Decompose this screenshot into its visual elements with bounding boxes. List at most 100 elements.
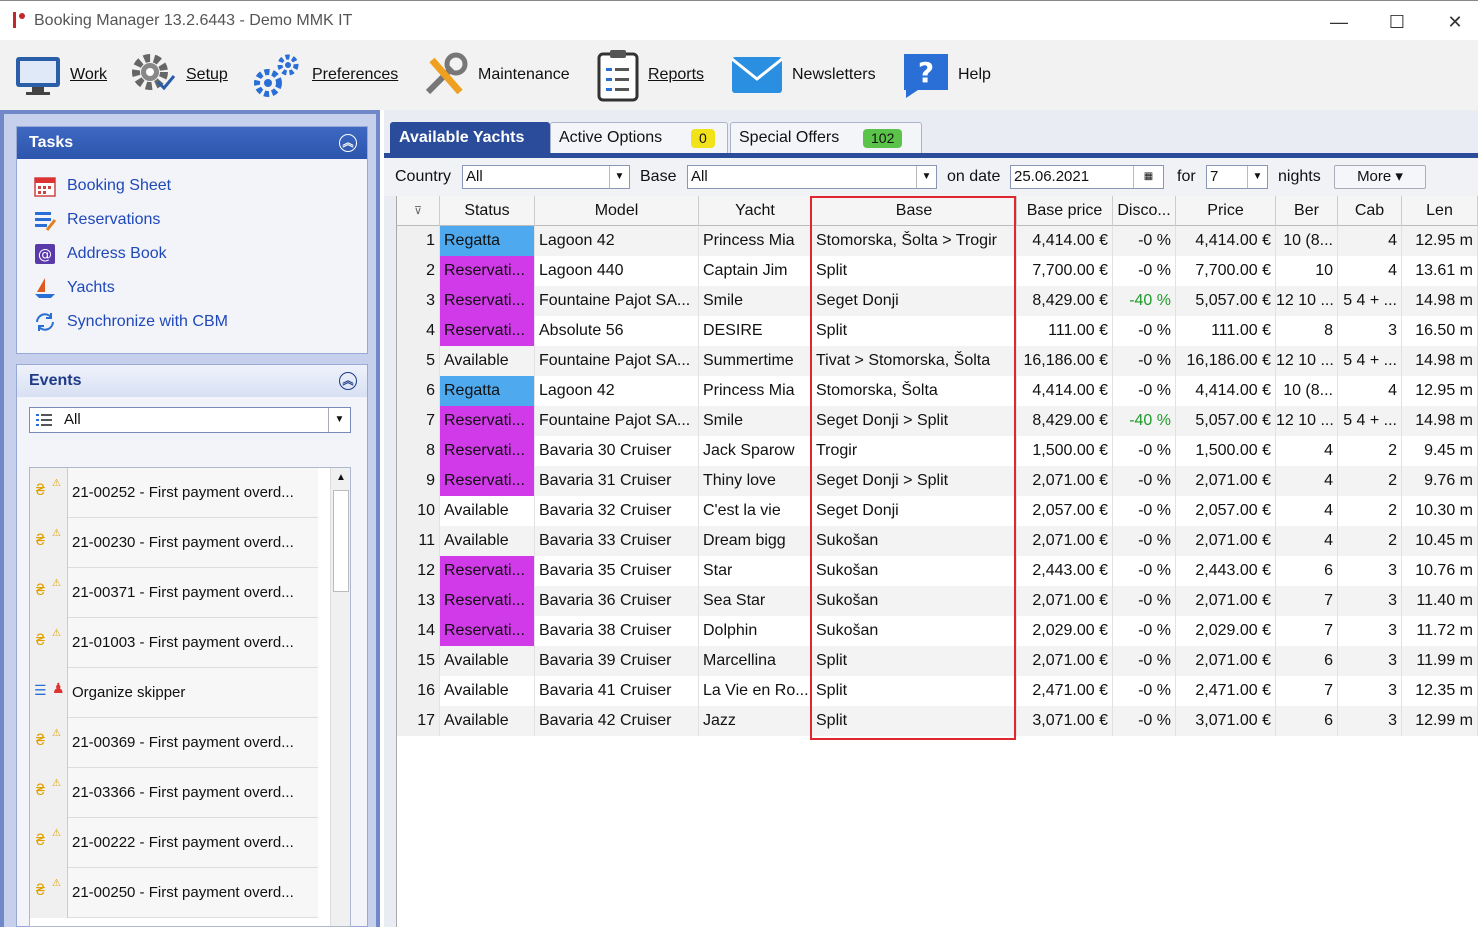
maintenance-button[interactable]: Maintenance <box>420 40 570 110</box>
event-label: 21-00371 - First payment overd... <box>72 584 294 601</box>
cell-base-price: 2,057.00 € <box>1017 496 1113 526</box>
event-item[interactable]: ₴ ⚠ 21-00371 - First payment overd... <box>30 567 318 618</box>
task-address-book[interactable]: @ Address Book <box>33 241 167 267</box>
cell-yacht: Dream bigg <box>699 526 812 556</box>
newsletters-button[interactable]: Newsletters <box>730 40 876 110</box>
event-item[interactable]: ₴ ⚠ 21-01003 - First payment overd... <box>30 617 318 668</box>
nights-select[interactable]: 7 ▼ <box>1206 165 1268 189</box>
gear-icon <box>132 54 176 91</box>
column-header[interactable]: Price <box>1176 196 1276 226</box>
cell-model: Fountaine Pajot SA... <box>535 286 699 316</box>
event-item[interactable]: ₴ ⚠ 21-00230 - First payment overd... <box>30 517 318 568</box>
events-panel: Events ︽ All ▼ ₴ ⚠ 21-00252 - First payme… <box>16 364 368 927</box>
cell-yacht: Princess Mia <box>699 226 812 256</box>
column-header[interactable]: Len <box>1402 196 1478 226</box>
column-header[interactable]: Base price <box>1017 196 1113 226</box>
cell-yacht: C'est la vie <box>699 496 812 526</box>
cell-n: 16 <box>397 676 440 706</box>
cell-price: 1,500.00 € <box>1176 436 1276 466</box>
task-reservations[interactable]: Reservations <box>33 207 160 233</box>
country-label: Country <box>395 168 452 185</box>
event-item[interactable]: ₴ ⚠ 21-03366 - First payment overd... <box>30 767 318 818</box>
base-select[interactable]: All ▼ <box>687 165 937 189</box>
cell-status: Reservati... <box>440 586 535 616</box>
list-icon <box>36 414 52 426</box>
cell-yacht: Princess Mia <box>699 376 812 406</box>
cell-n: 9 <box>397 466 440 496</box>
events-filter-select[interactable]: All ▼ <box>29 407 351 433</box>
payment-warning-icon: ₴ ⚠ <box>30 567 68 618</box>
scroll-thumb[interactable] <box>333 490 349 592</box>
cell-yacht: Marcellina <box>699 646 812 676</box>
cell-n: 13 <box>397 586 440 616</box>
reports-button[interactable]: Reports <box>596 40 704 110</box>
cell-cab: 5 4 + ... <box>1338 346 1402 376</box>
cell-n: 3 <box>397 286 440 316</box>
task-yachts[interactable]: Yachts <box>33 275 115 301</box>
column-header[interactable]: Model <box>535 196 699 226</box>
event-item[interactable]: ☰ ♟ Organize skipper <box>30 667 318 718</box>
preferences-button[interactable]: Preferences <box>252 40 398 110</box>
cell-ber: 6 <box>1276 706 1338 736</box>
app-logo-icon <box>13 12 25 28</box>
cell-model: Bavaria 41 Cruiser <box>535 676 699 706</box>
date-label: on date <box>947 168 1001 185</box>
payment-warning-icon: ₴ ⚠ <box>30 717 68 768</box>
column-header[interactable]: Cab <box>1338 196 1402 226</box>
tab-available-yachts[interactable]: Available Yachts <box>390 122 550 154</box>
more-button[interactable]: More ▾ <box>1334 165 1426 189</box>
column-header[interactable]: Ber <box>1276 196 1338 226</box>
setup-button[interactable]: Setup <box>128 40 228 110</box>
column-header[interactable]: Disco... <box>1113 196 1176 226</box>
cell-price: 16,186.00 € <box>1176 346 1276 376</box>
reports-label: Reports <box>648 66 705 83</box>
cell-len: 12.35 m <box>1402 676 1478 706</box>
event-item[interactable]: ₴ ⚠ 21-00369 - First payment overd... <box>30 717 318 768</box>
maximize-button[interactable]: ☐ <box>1374 7 1420 37</box>
event-item[interactable]: ₴ ⚠ 21-00222 - First payment overd... <box>30 817 318 868</box>
cell-len: 11.40 m <box>1402 586 1478 616</box>
help-button[interactable]: ? Help <box>902 40 991 110</box>
payment-warning-icon: ₴ ⚠ <box>30 468 68 518</box>
column-header[interactable]: Yacht <box>699 196 812 226</box>
chevron-down-icon[interactable]: ▼ <box>916 166 936 188</box>
work-button[interactable]: Work <box>14 40 107 110</box>
collapse-tasks-icon[interactable]: ︽ <box>339 134 357 152</box>
chevron-down-icon[interactable]: ▼ <box>328 408 350 432</box>
scroll-up-icon[interactable]: ▲ <box>331 468 350 488</box>
column-filter-icon[interactable]: ⊽ <box>397 196 440 226</box>
task-booking-sheet[interactable]: Booking Sheet <box>33 173 171 199</box>
date-input[interactable]: 25.06.2021 ▦ <box>1010 165 1164 189</box>
collapse-events-icon[interactable]: ︽ <box>339 372 357 390</box>
cell-yacht: Jazz <box>699 706 812 736</box>
filter-bar: Country All ▼ Base All ▼ on date 25.06.2… <box>384 158 1478 196</box>
country-select[interactable]: All ▼ <box>462 165 630 189</box>
tab-special-offers[interactable]: Special Offers 102 <box>730 122 922 154</box>
event-item[interactable]: ₴ ⚠ 21-00250 - First payment overd... <box>30 867 318 918</box>
cell-ber: 4 <box>1276 436 1338 466</box>
close-button[interactable]: ✕ <box>1432 7 1478 37</box>
cell-model: Bavaria 42 Cruiser <box>535 706 699 736</box>
tab-active-options[interactable]: Active Options 0 <box>550 122 728 154</box>
task-synchronize[interactable]: Synchronize with CBM <box>33 309 228 335</box>
events-scrollbar[interactable]: ▲ <box>330 468 350 926</box>
event-item[interactable]: ₴ ⚠ 21-00252 - First payment overd... <box>30 468 318 518</box>
cell-disc: -0 % <box>1113 436 1176 466</box>
cell-status: Reservati... <box>440 286 535 316</box>
cell-yacht: DESIRE <box>699 316 812 346</box>
cell-ber: 12 10 ... <box>1276 406 1338 436</box>
cell-base-price: 111.00 € <box>1017 316 1113 346</box>
column-header[interactable]: Status <box>440 196 535 226</box>
chevron-down-icon[interactable]: ▼ <box>1247 166 1267 188</box>
cell-model: Lagoon 42 <box>535 376 699 406</box>
cell-n: 2 <box>397 256 440 286</box>
monitor-icon <box>16 57 60 95</box>
cell-len: 11.99 m <box>1402 646 1478 676</box>
calendar-picker-icon[interactable]: ▦ <box>1133 166 1163 188</box>
chevron-down-icon[interactable]: ▼ <box>609 166 629 188</box>
task-label: Reservations <box>67 211 161 228</box>
minimize-button[interactable]: — <box>1316 7 1362 37</box>
cell-disc: -0 % <box>1113 556 1176 586</box>
cell-base-price: 3,071.00 € <box>1017 706 1113 736</box>
cell-model: Bavaria 36 Cruiser <box>535 586 699 616</box>
